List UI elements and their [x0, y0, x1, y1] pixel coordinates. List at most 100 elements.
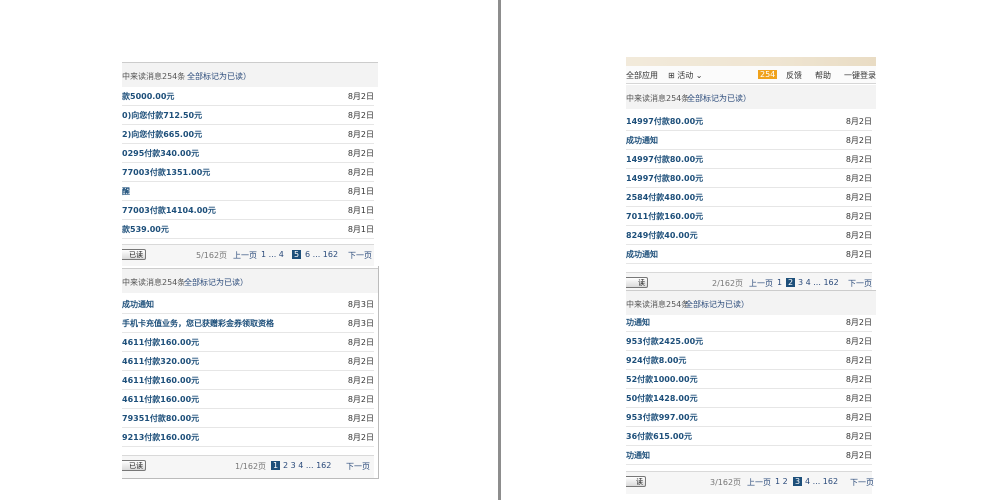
prev-page-link[interactable]: 上一页 — [747, 477, 771, 488]
page-info: 1/162页 — [235, 462, 267, 471]
message-subject[interactable]: 成功通知 — [122, 299, 154, 310]
page-links-after[interactable]: 2 3 4 ... 162 — [283, 461, 331, 470]
message-row[interactable]: 953付款997.00元 8月2日 — [626, 407, 872, 427]
message-subject[interactable]: 9213付款160.00元 — [122, 432, 199, 443]
message-row[interactable]: 0)向您付款712.50元 8月2日 — [122, 105, 374, 125]
message-row[interactable]: 953付款2425.00元 8月2日 — [626, 331, 872, 351]
message-row[interactable]: 79351付款80.00元 8月2日 — [122, 408, 374, 428]
message-subject[interactable]: 功通知 — [626, 317, 650, 328]
message-subject[interactable]: 4611付款320.00元 — [122, 356, 199, 367]
message-subject[interactable]: 4611付款160.00元 — [122, 375, 199, 386]
message-row[interactable]: 14997付款80.00元 8月2日 — [626, 111, 872, 131]
message-subject[interactable]: 8249付款40.00元 — [626, 230, 698, 241]
message-row[interactable]: 14997付款80.00元 8月2日 — [626, 149, 872, 169]
message-date: 8月2日 — [347, 395, 374, 404]
message-subject[interactable]: 953付款997.00元 — [626, 412, 698, 423]
page-links-before[interactable]: 1 2 — [775, 477, 788, 486]
next-page-link[interactable]: 下一页 — [848, 278, 872, 289]
message-subject[interactable]: 79351付款80.00元 — [122, 413, 199, 424]
message-subject[interactable]: 953付款2425.00元 — [626, 336, 703, 347]
all-apps-link[interactable]: 全部应用 — [626, 70, 658, 81]
message-subject[interactable]: 功通知 — [626, 450, 650, 461]
message-subject[interactable]: 成功通知 — [626, 135, 658, 146]
feedback-link[interactable]: 反馈 — [786, 70, 802, 81]
message-row[interactable]: 4611付款160.00元 8月2日 — [122, 389, 374, 409]
mark-read-button[interactable]: 读 — [626, 476, 646, 487]
message-date: 8月2日 — [845, 231, 872, 240]
message-subject[interactable]: 2)向您付款665.00元 — [122, 129, 202, 140]
mark-all-read-link[interactable]: 全部标记为已读） — [687, 93, 751, 104]
page-links-before[interactable]: 1 ... 4 — [261, 250, 284, 259]
message-row[interactable]: 50付款1428.00元 8月2日 — [626, 388, 872, 408]
message-row[interactable]: 成功通知 8月2日 — [626, 244, 872, 264]
message-row[interactable]: 14997付款80.00元 8月2日 — [626, 168, 872, 188]
unread-summary: 中来读消息254条 — [122, 72, 186, 81]
message-row[interactable]: 款5000.00元 8月2日 — [122, 86, 374, 106]
message-subject[interactable]: 成功通知 — [626, 249, 658, 260]
message-row[interactable]: 2584付款480.00元 8月2日 — [626, 187, 872, 207]
message-subject[interactable]: 36付款615.00元 — [626, 431, 692, 442]
mark-all-read-link[interactable]: 全部标记为已读） — [685, 299, 749, 310]
message-row[interactable]: 4611付款320.00元 8月2日 — [122, 351, 374, 371]
page-links-before[interactable]: 1 — [777, 278, 782, 287]
message-row[interactable]: 2)向您付款665.00元 8月2日 — [122, 124, 374, 144]
message-subject[interactable]: 0295付款340.00元 — [122, 148, 199, 159]
message-row[interactable]: 成功通知 8月3日 — [122, 294, 374, 314]
message-subject[interactable]: 77003付款14104.00元 — [122, 205, 216, 216]
message-row[interactable]: 4611付款160.00元 8月2日 — [122, 370, 374, 390]
message-subject[interactable]: 77003付款1351.00元 — [122, 167, 210, 178]
message-row[interactable]: 0295付款340.00元 8月2日 — [122, 143, 374, 163]
message-subject[interactable]: 手机卡充值业务，您已获赠彩金券领取资格 — [122, 318, 274, 329]
message-subject[interactable]: 924付款8.00元 — [626, 355, 686, 366]
mark-read-button[interactable]: 已读 — [122, 249, 146, 260]
mark-read-button[interactable]: 已读 — [122, 460, 146, 471]
page-links-after[interactable]: 3 4 ... 162 — [798, 278, 839, 287]
message-row[interactable]: 7011付款160.00元 8月2日 — [626, 206, 872, 226]
message-row[interactable]: 功通知 8月2日 — [626, 312, 872, 332]
mark-read-button[interactable]: 读 — [626, 277, 648, 288]
message-row[interactable]: 77003付款14104.00元 8月1日 — [122, 200, 374, 220]
message-subject[interactable]: 款5000.00元 — [122, 91, 174, 102]
next-page-link[interactable]: 下一页 — [850, 477, 874, 488]
message-date: 8月2日 — [347, 338, 374, 347]
next-page-link[interactable]: 下一页 — [348, 250, 372, 261]
message-subject[interactable]: 14997付款80.00元 — [626, 116, 703, 127]
message-row[interactable]: 成功通知 8月2日 — [626, 130, 872, 150]
mark-all-read-link[interactable]: 全部标记为已读） — [184, 277, 248, 288]
message-row[interactable]: 款539.00元 8月1日 — [122, 219, 374, 239]
message-row[interactable]: 功通知 8月2日 — [626, 445, 872, 465]
message-row[interactable]: 77003付款1351.00元 8月2日 — [122, 162, 374, 182]
message-subject[interactable]: 52付款1000.00元 — [626, 374, 698, 385]
message-row[interactable]: 醒 8月1日 — [122, 181, 374, 201]
message-subject[interactable]: 2584付款480.00元 — [626, 192, 703, 203]
message-subject[interactable]: 14997付款80.00元 — [626, 173, 703, 184]
message-date: 8月2日 — [845, 318, 872, 327]
message-subject[interactable]: 醒 — [122, 186, 130, 197]
message-row[interactable]: 4611付款160.00元 8月2日 — [122, 332, 374, 352]
message-subject[interactable]: 款539.00元 — [122, 224, 169, 235]
mark-all-read-link[interactable]: 全部标记为已读） — [187, 71, 251, 82]
unread-count-badge[interactable]: 254 — [758, 70, 778, 79]
message-date: 8月2日 — [845, 117, 872, 126]
message-row[interactable]: 924付款8.00元 8月2日 — [626, 350, 872, 370]
message-subject[interactable]: 0)向您付款712.50元 — [122, 110, 202, 121]
one-click-login-link[interactable]: 一键登录 — [844, 70, 876, 81]
help-link[interactable]: 帮助 — [815, 70, 831, 81]
message-subject[interactable]: 14997付款80.00元 — [626, 154, 703, 165]
message-row[interactable]: 8249付款40.00元 8月2日 — [626, 225, 872, 245]
page-links-after[interactable]: 6 ... 162 — [305, 250, 338, 259]
prev-page-link[interactable]: 上一页 — [233, 250, 257, 261]
message-row[interactable]: 手机卡充值业务，您已获赠彩金券领取资格 8月3日 — [122, 313, 374, 333]
message-subject[interactable]: 7011付款160.00元 — [626, 211, 703, 222]
message-row[interactable]: 9213付款160.00元 8月2日 — [122, 427, 374, 447]
message-subject[interactable]: 4611付款160.00元 — [122, 394, 199, 405]
next-page-link[interactable]: 下一页 — [346, 461, 370, 472]
message-subject[interactable]: 50付款1428.00元 — [626, 393, 698, 404]
activity-menu[interactable]: ⊞ 活动 ⌄ — [668, 70, 703, 81]
unread-summary: 中来读消息254条 — [626, 300, 690, 309]
message-row[interactable]: 36付款615.00元 8月2日 — [626, 426, 872, 446]
message-row[interactable]: 52付款1000.00元 8月2日 — [626, 369, 872, 389]
page-links-after[interactable]: 4 ... 162 — [805, 477, 838, 486]
message-subject[interactable]: 4611付款160.00元 — [122, 337, 199, 348]
prev-page-link[interactable]: 上一页 — [749, 278, 773, 289]
